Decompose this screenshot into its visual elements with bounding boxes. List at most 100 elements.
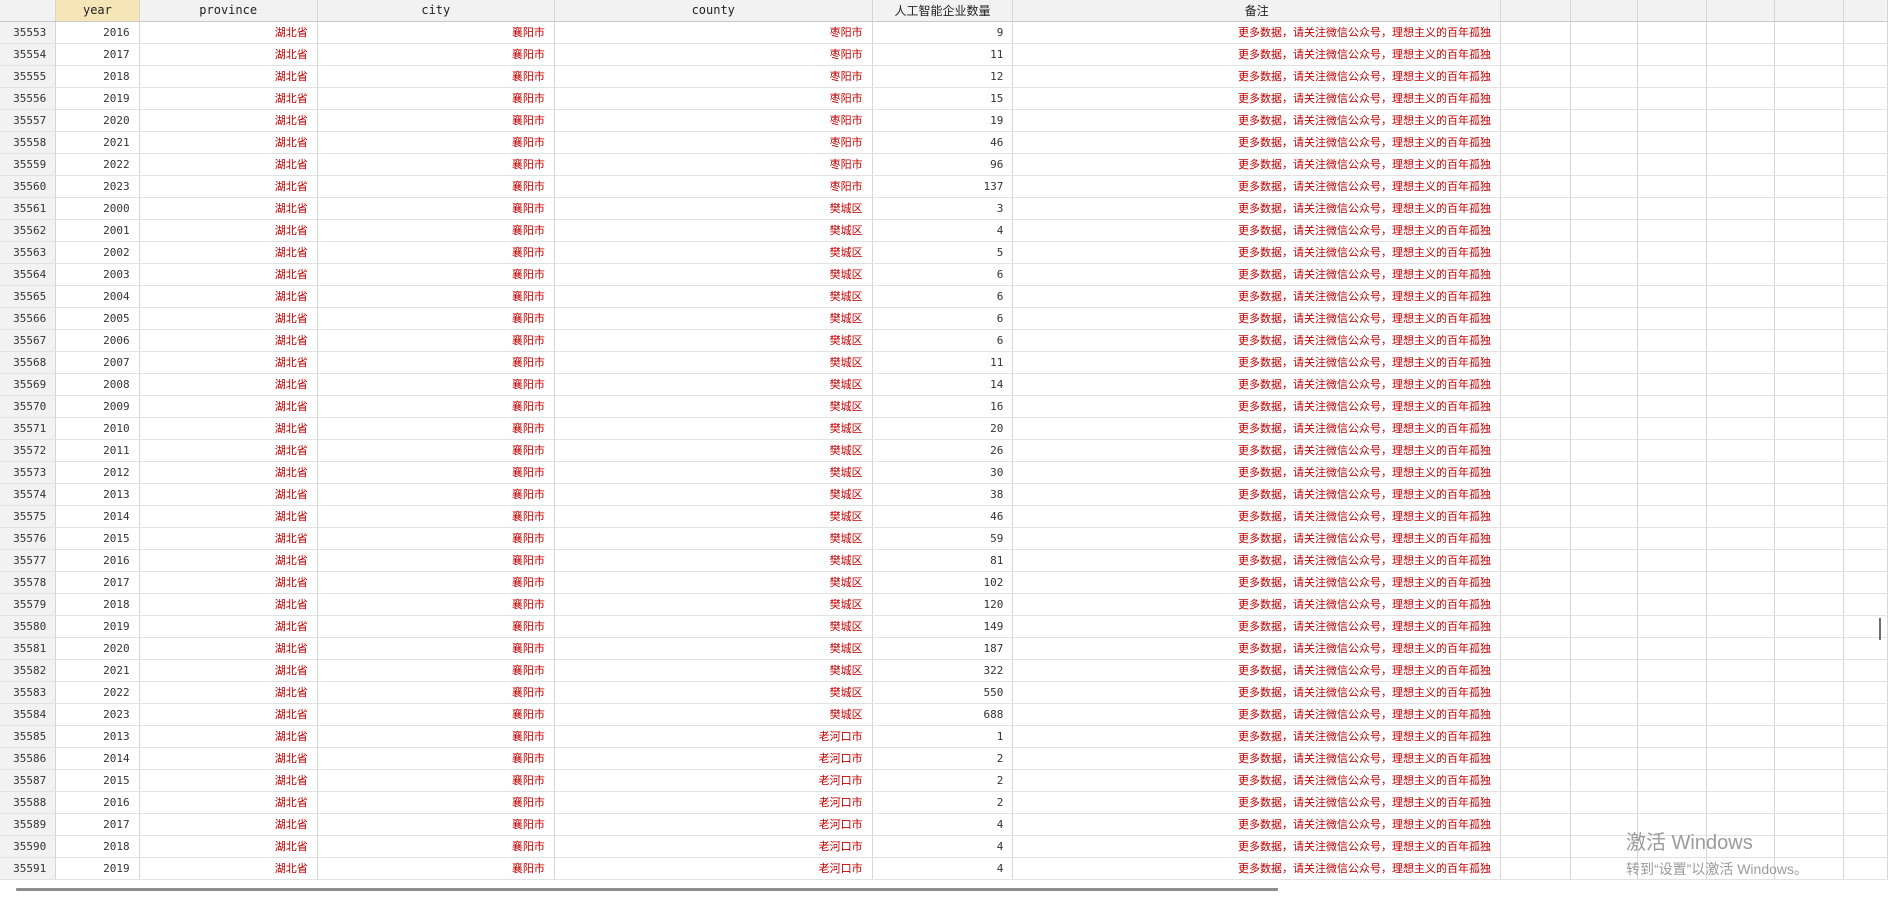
- cell-rownum[interactable]: 35555: [0, 65, 57, 88]
- cell-empty[interactable]: [1774, 417, 1845, 440]
- cell-empty[interactable]: [1774, 659, 1845, 682]
- cell-empty[interactable]: [1500, 307, 1571, 330]
- cell-ai_count[interactable]: 2: [872, 791, 1014, 814]
- cell-rownum[interactable]: 35580: [0, 615, 57, 638]
- cell-city[interactable]: 襄阳市: [317, 791, 555, 814]
- cell-empty[interactable]: [1843, 461, 1888, 484]
- cell-empty[interactable]: [1570, 593, 1639, 616]
- cell-empty[interactable]: [1774, 483, 1845, 506]
- cell-year[interactable]: 2010: [55, 417, 140, 440]
- cell-empty[interactable]: [1843, 373, 1888, 396]
- cell-empty[interactable]: [1843, 439, 1888, 462]
- cell-province[interactable]: 湖北省: [139, 703, 318, 726]
- cell-empty[interactable]: [1500, 417, 1571, 440]
- cell-ai_count[interactable]: 5: [872, 241, 1014, 264]
- table-row[interactable]: 35565 2004 湖北省 襄阳市 樊城区 6 更多数据，请关注微信公众号，理想主义的百年…: [0, 285, 1888, 308]
- table-row[interactable]: 35569 2008 湖北省 襄阳市 樊城区 14 更多数据，请关注微信公众号，理想主义的百…: [0, 373, 1888, 396]
- cell-county[interactable]: 樊城区: [554, 285, 873, 308]
- cell-empty[interactable]: [1706, 87, 1775, 110]
- column-header-rownum[interactable]: [0, 0, 57, 22]
- table-row[interactable]: 35582 2021 湖北省 襄阳市 樊城区 322 更多数据，请关注微信公众号，理想主义的…: [0, 659, 1888, 682]
- cell-rownum[interactable]: 35583: [0, 681, 57, 704]
- cell-year[interactable]: 2021: [55, 131, 140, 154]
- cell-county[interactable]: 枣阳市: [554, 87, 873, 110]
- cell-empty[interactable]: [1843, 857, 1888, 880]
- cell-empty[interactable]: [1843, 747, 1888, 770]
- cell-empty[interactable]: [1637, 285, 1707, 308]
- cell-province[interactable]: 湖北省: [139, 549, 318, 572]
- table-row[interactable]: 35563 2002 湖北省 襄阳市 樊城区 5 更多数据，请关注微信公众号，理想主义的百年…: [0, 241, 1888, 264]
- table-row[interactable]: 35553 2016 湖北省 襄阳市 枣阳市 9 更多数据，请关注微信公众号，理想主义的百年…: [0, 21, 1888, 44]
- cell-empty[interactable]: [1570, 791, 1639, 814]
- cell-empty[interactable]: [1500, 263, 1571, 286]
- cell-rownum[interactable]: 35560: [0, 175, 57, 198]
- cell-note[interactable]: 更多数据，请关注微信公众号，理想主义的百年孤独: [1012, 637, 1502, 660]
- cell-empty[interactable]: [1570, 131, 1639, 154]
- cell-empty[interactable]: [1774, 527, 1845, 550]
- cell-county[interactable]: 樊城区: [554, 329, 873, 352]
- cell-empty[interactable]: [1774, 131, 1845, 154]
- cell-county[interactable]: 老河口市: [554, 791, 873, 814]
- cell-rownum[interactable]: 35575: [0, 505, 57, 528]
- cell-empty[interactable]: [1637, 571, 1707, 594]
- cell-ai_count[interactable]: 102: [872, 571, 1014, 594]
- cell-empty[interactable]: [1570, 527, 1639, 550]
- cell-rownum[interactable]: 35577: [0, 549, 57, 572]
- cell-empty[interactable]: [1500, 703, 1571, 726]
- cell-county[interactable]: 樊城区: [554, 703, 873, 726]
- cell-ai_count[interactable]: 16: [872, 395, 1014, 418]
- cell-province[interactable]: 湖北省: [139, 175, 318, 198]
- cell-empty[interactable]: [1570, 373, 1639, 396]
- cell-empty[interactable]: [1774, 439, 1845, 462]
- cell-empty[interactable]: [1500, 131, 1571, 154]
- cell-note[interactable]: 更多数据，请关注微信公众号，理想主义的百年孤独: [1012, 791, 1502, 814]
- cell-county[interactable]: 枣阳市: [554, 109, 873, 132]
- cell-note[interactable]: 更多数据，请关注微信公众号，理想主义的百年孤独: [1012, 175, 1502, 198]
- table-row[interactable]: 35570 2009 湖北省 襄阳市 樊城区 16 更多数据，请关注微信公众号，理想主义的百…: [0, 395, 1888, 418]
- cell-ai_count[interactable]: 38: [872, 483, 1014, 506]
- cell-city[interactable]: 襄阳市: [317, 659, 555, 682]
- cell-year[interactable]: 2008: [55, 373, 140, 396]
- cell-note[interactable]: 更多数据，请关注微信公众号，理想主义的百年孤独: [1012, 219, 1502, 242]
- cell-province[interactable]: 湖北省: [139, 681, 318, 704]
- cell-empty[interactable]: [1706, 681, 1775, 704]
- cell-empty[interactable]: [1774, 65, 1845, 88]
- cell-note[interactable]: 更多数据，请关注微信公众号，理想主义的百年孤独: [1012, 109, 1502, 132]
- cell-empty[interactable]: [1774, 791, 1845, 814]
- horizontal-scrollbar-thumb[interactable]: [16, 888, 1278, 891]
- cell-empty[interactable]: [1500, 857, 1571, 880]
- cell-empty[interactable]: [1570, 615, 1639, 638]
- cell-empty[interactable]: [1706, 461, 1775, 484]
- cell-empty[interactable]: [1570, 241, 1639, 264]
- cell-empty[interactable]: [1637, 439, 1707, 462]
- cell-county[interactable]: 老河口市: [554, 769, 873, 792]
- cell-province[interactable]: 湖北省: [139, 483, 318, 506]
- cell-empty[interactable]: [1500, 439, 1571, 462]
- cell-note[interactable]: 更多数据，请关注微信公众号，理想主义的百年孤独: [1012, 131, 1502, 154]
- table-row[interactable]: 35581 2020 湖北省 襄阳市 樊城区 187 更多数据，请关注微信公众号，理想主义的…: [0, 637, 1888, 660]
- cell-empty[interactable]: [1843, 791, 1888, 814]
- cell-empty[interactable]: [1637, 329, 1707, 352]
- cell-city[interactable]: 襄阳市: [317, 351, 555, 374]
- cell-ai_count[interactable]: 120: [872, 593, 1014, 616]
- cell-empty[interactable]: [1774, 747, 1845, 770]
- cell-ai_count[interactable]: 59: [872, 527, 1014, 550]
- cell-empty[interactable]: [1774, 219, 1845, 242]
- cell-province[interactable]: 湖北省: [139, 615, 318, 638]
- cell-empty[interactable]: [1500, 241, 1571, 264]
- cell-city[interactable]: 襄阳市: [317, 241, 555, 264]
- cell-province[interactable]: 湖北省: [139, 241, 318, 264]
- cell-note[interactable]: 更多数据，请关注微信公众号，理想主义的百年孤独: [1012, 21, 1502, 44]
- cell-empty[interactable]: [1637, 725, 1707, 748]
- cell-ai_count[interactable]: 6: [872, 263, 1014, 286]
- cell-empty[interactable]: [1706, 615, 1775, 638]
- cell-empty[interactable]: [1500, 175, 1571, 198]
- cell-rownum[interactable]: 35581: [0, 637, 57, 660]
- cell-empty[interactable]: [1706, 549, 1775, 572]
- cell-county[interactable]: 老河口市: [554, 725, 873, 748]
- cell-note[interactable]: 更多数据，请关注微信公众号，理想主义的百年孤独: [1012, 285, 1502, 308]
- cell-empty[interactable]: [1570, 329, 1639, 352]
- cell-province[interactable]: 湖北省: [139, 285, 318, 308]
- cell-empty[interactable]: [1500, 483, 1571, 506]
- cell-empty[interactable]: [1637, 637, 1707, 660]
